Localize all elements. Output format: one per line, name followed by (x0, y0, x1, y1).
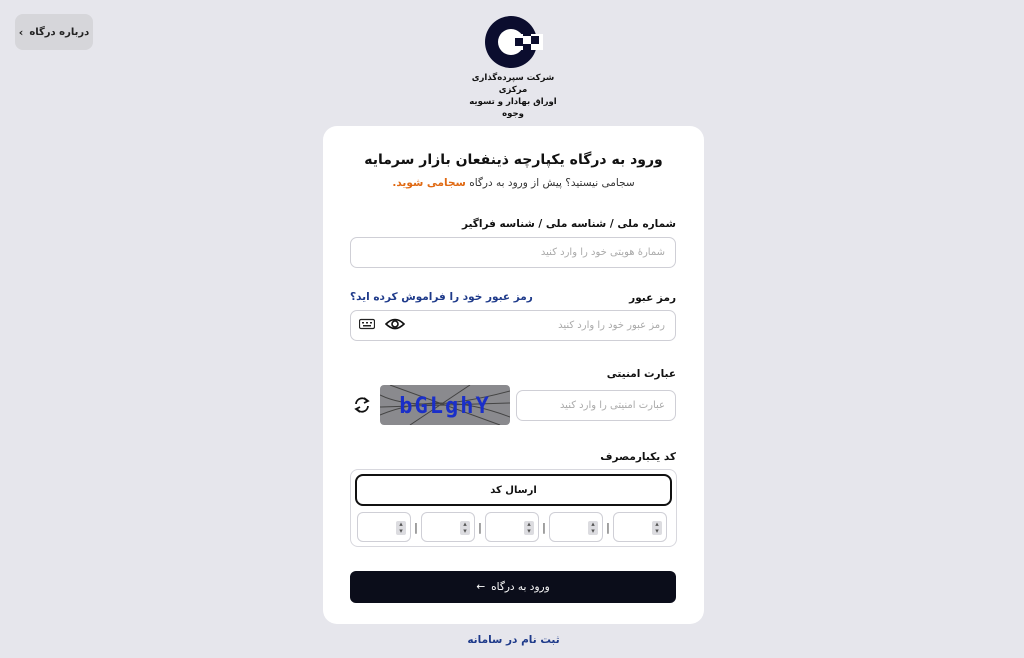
captcha-input[interactable]: عبارت امنیتی را وارد کنید (516, 390, 676, 421)
stepper-icon[interactable]: ▴ ▾ (524, 521, 534, 535)
otp-separator: | (414, 520, 418, 534)
show-password-eye-icon[interactable] (385, 317, 405, 331)
forgot-password-link[interactable]: رمز عبور خود را فراموش کرده اید؟ (350, 291, 533, 303)
refresh-captcha-icon[interactable] (353, 396, 371, 414)
stepper-icon[interactable]: ▴ ▾ (396, 521, 406, 535)
otp-digit-input[interactable]: ▴ ▾ (549, 512, 603, 542)
submit-label: ورود به درگاه (491, 581, 550, 593)
password-input[interactable]: رمز عبور خود را وارد کنید (350, 310, 676, 341)
captcha-text: bGLghY (399, 394, 490, 419)
captcha-label: عبارت امنیتی (606, 368, 676, 380)
logo-mark-icon (485, 16, 543, 68)
password-label: رمز عبور (629, 292, 676, 304)
national-id-input[interactable]: شمارهٔ هویتی خود را وارد کنید (350, 237, 676, 268)
captcha-image: bGLghY (380, 385, 510, 425)
keyboard-icon[interactable] (359, 318, 375, 330)
otp-container: ارسال کد ▴ ▾ | ▴ ▾ | ▴ ▾ | ▴ ▾ | ▴ ▾ (350, 469, 677, 547)
company-logo: شرکت سپرده‌گذاری مرکزی اوراق بهادار و تس… (460, 14, 566, 119)
login-submit-button[interactable]: ورود به درگاه ← (350, 571, 676, 603)
otp-digit-input[interactable]: ▴ ▾ (485, 512, 539, 542)
otp-separator: | (478, 520, 482, 534)
page-title: ورود به درگاه یکپارچه ذینفعان بازار سرما… (364, 152, 663, 168)
captcha-placeholder: عبارت امنیتی را وارد کنید (559, 400, 665, 411)
logo-line-2: اوراق بهادار و تسویه وجوه (469, 97, 557, 119)
national-id-placeholder: شمارهٔ هویتی خود را وارد کنید (540, 247, 665, 258)
about-portal-button[interactable]: درباره درگاه › (15, 14, 93, 50)
national-id-label: شماره ملی / شناسه ملی / شناسه فراگیر (461, 218, 676, 230)
subtitle-text: سجامی نیستید؟ پیش از ورود به درگاه (469, 177, 635, 189)
about-label: درباره درگاه (29, 26, 90, 38)
sejami-signup-link[interactable]: سجامی شوید. (392, 177, 466, 189)
logo-line-1: شرکت سپرده‌گذاری مرکزی (471, 73, 555, 95)
otp-separator: | (542, 520, 546, 534)
stepper-icon[interactable]: ▴ ▾ (460, 521, 470, 535)
subtitle: سجامی نیستید؟ پیش از ورود به درگاه سجامی… (323, 177, 704, 189)
chevron-right-icon: › (18, 25, 24, 39)
otp-label: کد یکبارمصرف (600, 451, 676, 463)
stepper-icon[interactable]: ▴ ▾ (652, 521, 662, 535)
password-placeholder: رمز عبور خود را وارد کنید (558, 320, 665, 331)
otp-digit-input[interactable]: ▴ ▾ (613, 512, 667, 542)
otp-separator: | (606, 520, 610, 534)
stepper-icon[interactable]: ▴ ▾ (588, 521, 598, 535)
arrow-left-icon: ← (476, 581, 486, 593)
send-code-button[interactable]: ارسال کد (355, 474, 672, 506)
otp-digit-input[interactable]: ▴ ▾ (357, 512, 411, 542)
login-card: ورود به درگاه یکپارچه ذینفعان بازار سرما… (323, 126, 704, 624)
register-link[interactable]: ثبت نام در سامانه (323, 634, 704, 646)
otp-digit-input[interactable]: ▴ ▾ (421, 512, 475, 542)
